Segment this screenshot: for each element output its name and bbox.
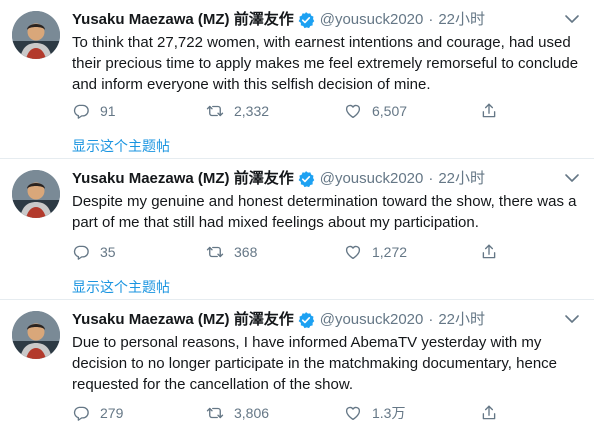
retweet-button[interactable]: 3,806: [206, 403, 269, 423]
reply-icon: [73, 406, 89, 421]
reply-button[interactable]: 35: [72, 242, 116, 262]
reply-count: 91: [100, 103, 116, 119]
tweet-3[interactable]: Yusaku Maezawa (MZ) 前澤友作 @yousuck2020 · …: [0, 300, 594, 439]
author-name[interactable]: Yusaku Maezawa (MZ) 前澤友作: [72, 169, 294, 189]
retweet-button[interactable]: 2,332: [206, 101, 269, 121]
like-button[interactable]: 6,507: [344, 101, 407, 121]
tweet-header: Yusaku Maezawa (MZ) 前澤友作 @yousuck2020 · …: [72, 169, 485, 189]
reply-icon: [73, 245, 89, 260]
tweet-actions: 35 368 1,272: [72, 242, 502, 262]
timestamp[interactable]: 22小时: [438, 10, 485, 30]
chevron-down-icon[interactable]: [564, 313, 580, 325]
verified-badge-icon: [298, 12, 314, 29]
separator-dot: ·: [428, 11, 434, 28]
timestamp[interactable]: 22小时: [438, 310, 485, 330]
chevron-down-icon[interactable]: [564, 13, 580, 25]
retweet-count: 3,806: [234, 405, 270, 421]
share-icon: [482, 244, 496, 259]
avatar[interactable]: [12, 11, 60, 59]
tweet-text: Due to personal reasons, I have informed…: [72, 334, 558, 393]
retweet-icon: [206, 246, 224, 258]
tweet-actions: 279 3,806 1.3万: [72, 403, 502, 423]
chevron-down-icon[interactable]: [564, 172, 580, 184]
reply-count: 35: [100, 244, 116, 260]
separator-dot: ·: [428, 170, 434, 187]
retweet-icon: [206, 105, 224, 117]
tweet-feed: Yusaku Maezawa (MZ) 前澤友作 @yousuck2020 · …: [0, 0, 594, 439]
tweet-header: Yusaku Maezawa (MZ) 前澤友作 @yousuck2020 · …: [72, 10, 485, 30]
show-thread-link[interactable]: 显示这个主题帖: [72, 137, 170, 155]
share-icon: [482, 103, 496, 118]
tweet-header: Yusaku Maezawa (MZ) 前澤友作 @yousuck2020 · …: [72, 310, 485, 330]
avatar[interactable]: [12, 170, 60, 218]
separator-dot: ·: [428, 311, 434, 328]
tweet-text: Despite my genuine and honest determinat…: [72, 193, 577, 231]
like-button[interactable]: 1,272: [344, 242, 407, 262]
like-icon: [345, 104, 361, 119]
like-icon: [345, 406, 361, 421]
retweet-icon: [206, 407, 224, 419]
author-handle[interactable]: @yousuck2020: [320, 310, 424, 330]
timestamp[interactable]: 22小时: [438, 169, 485, 189]
tweet-1[interactable]: Yusaku Maezawa (MZ) 前澤友作 @yousuck2020 · …: [0, 0, 594, 158]
author-name[interactable]: Yusaku Maezawa (MZ) 前澤友作: [72, 10, 294, 30]
retweet-button[interactable]: 368: [206, 242, 257, 262]
tweet-2[interactable]: Yusaku Maezawa (MZ) 前澤友作 @yousuck2020 · …: [0, 159, 594, 299]
share-icon: [482, 405, 496, 420]
like-count: 1,272: [372, 244, 408, 260]
like-icon: [345, 245, 361, 260]
like-button[interactable]: 1.3万: [344, 403, 405, 423]
verified-badge-icon: [298, 312, 314, 329]
author-name[interactable]: Yusaku Maezawa (MZ) 前澤友作: [72, 310, 294, 330]
like-count: 6,507: [372, 103, 408, 119]
share-button[interactable]: [480, 242, 498, 262]
share-button[interactable]: [480, 101, 498, 121]
reply-icon: [73, 104, 89, 119]
show-thread-link[interactable]: 显示这个主题帖: [72, 278, 170, 296]
tweet-text: To think that 27,722 women, with earnest…: [72, 34, 579, 93]
author-handle[interactable]: @yousuck2020: [320, 10, 424, 30]
reply-count: 279: [100, 405, 124, 421]
verified-badge-icon: [298, 171, 314, 188]
reply-button[interactable]: 279: [72, 403, 123, 423]
avatar[interactable]: [12, 311, 60, 359]
share-button[interactable]: [480, 403, 498, 423]
retweet-count: 368: [234, 244, 258, 260]
like-count: 1.3万: [372, 405, 406, 421]
reply-button[interactable]: 91: [72, 101, 116, 121]
tweet-actions: 91 2,332 6,507: [72, 101, 502, 121]
author-handle[interactable]: @yousuck2020: [320, 169, 424, 189]
retweet-count: 2,332: [234, 103, 270, 119]
